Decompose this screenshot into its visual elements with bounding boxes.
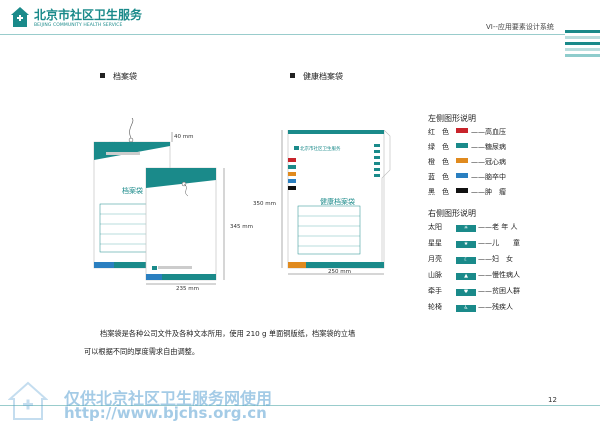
legend-symbol-label: 星星 (428, 239, 442, 247)
legend-meaning: ——慢性病人 (478, 271, 520, 279)
legend-color-label: 黑 色 (428, 188, 449, 196)
header-divider (0, 34, 565, 35)
legend-color-label: 橙 色 (428, 158, 449, 166)
legend-meaning: ——脑卒中 (471, 173, 506, 181)
legend-symbol-label: 轮椅 (428, 303, 442, 311)
legend-meaning: ——妇 女 (478, 255, 513, 263)
dim-width-right: 250 mm (328, 269, 351, 275)
legend-symbol-label: 山脉 (428, 271, 442, 279)
color-swatch-icon (456, 158, 468, 163)
legend-left-row: 红 色 ——高血压 (428, 127, 506, 138)
legend-color-label: 绿 色 (428, 143, 449, 151)
legend-right-row: 月亮 ☾ ——妇 女 (428, 254, 520, 265)
legend-left-title: 左侧图形说明 (428, 114, 476, 123)
envelope-label: 档案袋 (122, 187, 143, 195)
color-swatch-icon (456, 128, 468, 133)
watermark-url: http://www.bjchs.org.cn (64, 404, 267, 422)
legend-meaning: ——贫困人群 (478, 287, 520, 295)
bullet-square-icon (100, 73, 105, 78)
logo-title: 北京市社区卫生服务 (34, 8, 143, 22)
handshake-icon: ♥ (456, 289, 476, 296)
legend-left-row: 绿 色 ——糖尿病 (428, 142, 506, 153)
dim-height-right: 350 mm (253, 201, 276, 207)
page-number: 12 (548, 396, 557, 404)
legend-right-title: 右侧图形说明 (428, 209, 476, 218)
sun-icon: ☀ (456, 225, 476, 232)
header-stripes (565, 30, 600, 60)
bullet-square-icon (290, 73, 295, 78)
legend-left-row: 橙 色 ——冠心病 (428, 157, 506, 168)
mountain-icon: ▲ (456, 273, 476, 280)
description-line-1: 档案袋是各种公司文件及各种文本所用，使用 210 g 单面铜版纸，档案袋的立墙 (100, 329, 356, 338)
wheelchair-icon: ♿ (456, 305, 476, 312)
legend-meaning: ——儿 童 (478, 239, 520, 247)
color-swatch-icon (456, 188, 468, 193)
dim-flap: 40 mm (174, 134, 194, 140)
envelope-logo-text: 北京市社区卫生服务 (98, 143, 139, 148)
logo-subtitle: BEIJING COMMUNITY HEALTH SERVICE (34, 23, 123, 28)
legend-right-row: 山脉 ▲ ——慢性病人 (428, 270, 520, 281)
star-icon: ★ (456, 241, 476, 248)
legend-color-label: 红 色 (428, 128, 449, 136)
legend-symbol-label: 太阳 (428, 223, 442, 231)
legend-meaning: ——高血压 (471, 128, 506, 136)
legend-left-row: 黑 色 ——肿 瘤 (428, 187, 506, 198)
left-section-title: 档案袋 (100, 71, 137, 82)
legend-meaning: ——老 年 人 (478, 223, 518, 231)
health-envelope-logo-text: 北京市社区卫生服务 (300, 147, 341, 152)
legend-meaning: ——糖尿病 (471, 143, 506, 151)
color-swatch-icon (456, 143, 468, 148)
description-line-2: 可以根据不同的厚度需求自由调整。 (84, 347, 200, 356)
legend-left-list: 红 色 ——高血压绿 色 ——糖尿病橙 色 ——冠心病蓝 色 ——脑卒中黑 色 ——肿 瘤 (428, 127, 506, 202)
health-envelope-label: 健康档案袋 (320, 198, 355, 206)
legend-right-row: 太阳 ☀ ——老 年 人 (428, 222, 520, 233)
section-label: VI--应用要素设计系统 (486, 23, 554, 31)
header-stripe (565, 36, 600, 39)
legend-meaning: ——肿 瘤 (471, 188, 506, 196)
legend-color-label: 蓝 色 (428, 173, 449, 181)
legend-right-list: 太阳 ☀ ——老 年 人星星 ★ ——儿 童月亮 ☾ ——妇 女山脉 ▲ ——慢性病人 牵手 ♥ ——… (428, 222, 520, 318)
legend-right-row: 牵手 ♥ ——贫困人群 (428, 286, 520, 297)
legend-meaning: ——冠心病 (471, 158, 506, 166)
legend-symbol-label: 月亮 (428, 255, 442, 263)
dim-height-left: 345 mm (230, 224, 253, 230)
header-stripe (565, 48, 600, 51)
house-logo-icon (11, 7, 29, 27)
watermark-house-icon (8, 381, 48, 420)
legend-right-row: 轮椅 ♿ ——残疾人 (428, 302, 520, 313)
legend-symbol-label: 牵手 (428, 287, 442, 295)
header-stripe (565, 30, 600, 33)
header-stripe (565, 54, 600, 57)
right-section-title: 健康档案袋 (290, 71, 343, 82)
dim-width-left: 235 mm (176, 286, 199, 292)
legend-left-row: 蓝 色 ——脑卒中 (428, 172, 506, 183)
legend-right-row: 星星 ★ ——儿 童 (428, 238, 520, 249)
header-stripe (565, 42, 600, 45)
moon-icon: ☾ (456, 257, 476, 264)
legend-meaning: ——残疾人 (478, 303, 513, 311)
color-swatch-icon (456, 173, 468, 178)
